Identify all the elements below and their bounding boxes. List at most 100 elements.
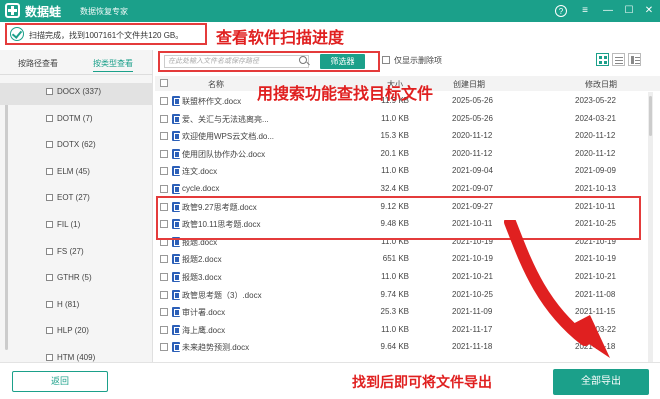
word-file-icon — [172, 289, 180, 300]
tab-by-path[interactable]: 按路径查看 — [18, 58, 58, 72]
close-icon[interactable]: ✕ — [642, 3, 656, 18]
tab-by-type[interactable]: 按类型查看 — [93, 58, 133, 72]
type-checkbox[interactable] — [46, 247, 53, 255]
app-name: 数据蛙 — [25, 5, 62, 19]
word-file-icon — [172, 148, 180, 159]
word-file-icon — [172, 113, 180, 124]
type-item[interactable]: DOTM (7) — [0, 110, 153, 132]
cell-created: 2020-11-12 — [452, 131, 493, 141]
tab-divider — [0, 74, 153, 75]
select-all-checkbox[interactable] — [160, 79, 168, 87]
cell-name: 报题3.docx — [182, 273, 222, 282]
bottom-bar: 返回 全部导出 — [0, 362, 660, 399]
cell-name: 审计署.docx — [182, 308, 226, 318]
row-checkbox[interactable] — [160, 149, 168, 158]
header-modified[interactable]: 修改日期 — [585, 79, 617, 90]
cell-name: 连文.docx — [182, 167, 218, 177]
type-checkbox[interactable] — [46, 194, 53, 202]
filter-button[interactable]: 筛选器 — [320, 54, 365, 69]
search-icon[interactable] — [299, 56, 307, 64]
row-checkbox[interactable] — [160, 255, 168, 264]
app-logo-icon — [5, 3, 20, 18]
cell-modified: 2021-09-09 — [575, 166, 616, 176]
row-checkbox[interactable] — [160, 97, 168, 105]
type-label: HLP (20) — [57, 326, 89, 336]
table-row[interactable]: 连文.docx 11.0 KB 2021-09-04 2021-09-09 — [155, 163, 645, 180]
type-checkbox[interactable] — [46, 327, 53, 335]
type-checkbox[interactable] — [46, 167, 53, 175]
cell-created: 2021-09-07 — [452, 184, 493, 193]
cell-modified: 2020-11-12 — [575, 131, 616, 141]
type-item[interactable]: DOTX (62) — [0, 136, 153, 158]
type-item[interactable]: DOCX (337) — [0, 83, 153, 105]
cell-name: 未来趋势预测.docx — [182, 343, 250, 353]
row-checkbox[interactable] — [160, 343, 168, 352]
list-view-icon[interactable] — [612, 53, 625, 66]
minimize-icon[interactable]: — — [601, 3, 615, 18]
cell-name: 爱、关汇与无法逃离亮... — [182, 114, 269, 124]
table-row[interactable]: 爱、关汇与无法逃离亮... 11.0 KB 2025-05-26 2024-03-21 — [155, 111, 645, 128]
title-bar: 数据蛙 数据恢复专家 ? ≡ — ☐ ✕ — [0, 0, 660, 22]
type-label: H (81) — [57, 299, 80, 309]
row-checkbox[interactable] — [160, 325, 168, 334]
cell-modified: 2024-03-21 — [575, 113, 616, 123]
table-row[interactable]: 欢迎使用WPS云文档.do... 15.3 KB 2020-11-12 2020-11… — [155, 128, 645, 145]
word-file-icon — [172, 324, 180, 335]
cell-size: 11.0 KB — [381, 166, 409, 176]
maximize-icon[interactable]: ☐ — [622, 3, 636, 18]
scan-status-text: 扫描完成，找到1007161个文件共120 GB。 — [29, 31, 184, 40]
annotation-search: 用搜索功能查找目标文件 — [257, 86, 434, 103]
cell-size: 9.64 KB — [380, 342, 409, 352]
row-checkbox[interactable] — [160, 114, 168, 123]
type-label: ELM (45) — [57, 166, 90, 176]
type-item[interactable]: GTHR (5) — [0, 269, 153, 291]
search-input[interactable]: 在此处输入文件名或保存路径 — [164, 55, 309, 68]
type-item[interactable]: FIL (1) — [0, 216, 153, 238]
cell-size: 9.74 KB — [380, 289, 409, 299]
cell-created: 2025-05-26 — [452, 113, 493, 123]
type-checkbox[interactable] — [46, 354, 53, 361]
back-button[interactable]: 返回 — [12, 371, 108, 392]
detail-view-icon[interactable] — [628, 53, 641, 66]
cell-name: 使用团队协作办公.docx — [182, 149, 266, 159]
type-item[interactable]: EOT (27) — [0, 189, 153, 211]
row-checkbox[interactable] — [160, 308, 168, 317]
deleted-only-label: 仅显示删除项 — [394, 56, 442, 65]
cell-size: 11.0 KB — [381, 113, 409, 123]
type-checkbox[interactable] — [46, 114, 53, 122]
scan-status-box: 扫描完成，找到1007161个文件共120 GB。 — [5, 23, 207, 45]
type-checkbox[interactable] — [46, 274, 53, 282]
row-checkbox[interactable] — [160, 185, 168, 193]
search-area: 在此处输入文件名或保存路径 筛选器 — [158, 51, 380, 72]
cell-modified: 2021-10-13 — [575, 184, 616, 193]
cell-modified: 2023-05-22 — [575, 96, 616, 105]
row-checkbox[interactable] — [160, 290, 168, 299]
table-row[interactable]: 使用团队协作办公.docx 20.1 KB 2020-11-12 2020-11-12 — [155, 146, 645, 163]
type-checkbox[interactable] — [46, 88, 53, 95]
row-checkbox[interactable] — [160, 167, 168, 176]
cell-size: 11.0 KB — [381, 272, 409, 281]
type-item[interactable]: HLP (20) — [0, 322, 153, 344]
type-checkbox[interactable] — [46, 141, 53, 149]
header-name[interactable]: 名称 — [208, 79, 224, 90]
cell-name: 欢迎使用WPS云文档.do... — [182, 132, 275, 142]
grid-view-icon[interactable] — [596, 53, 609, 66]
type-checkbox[interactable] — [46, 221, 53, 228]
deleted-only-checkbox[interactable] — [382, 56, 390, 64]
menu-icon[interactable]: ≡ — [578, 3, 592, 18]
type-item[interactable]: FS (27) — [0, 243, 153, 265]
help-icon[interactable]: ? — [555, 5, 567, 17]
word-file-icon — [172, 184, 180, 194]
type-label: FS (27) — [57, 246, 84, 256]
cell-name: 联盟杯作文.docx — [182, 97, 242, 106]
cell-name: 报题2.docx — [182, 255, 222, 265]
type-item[interactable]: ELM (45) — [0, 163, 153, 185]
header-created[interactable]: 创建日期 — [453, 79, 485, 90]
export-all-button[interactable]: 全部导出 — [553, 369, 649, 395]
row-checkbox[interactable] — [160, 132, 168, 141]
type-item[interactable]: H (81) — [0, 296, 153, 318]
annotation-progress: 查看软件扫描进度 — [216, 30, 345, 47]
type-checkbox[interactable] — [46, 300, 53, 308]
type-label: FIL (1) — [57, 220, 81, 229]
row-checkbox[interactable] — [160, 273, 168, 281]
